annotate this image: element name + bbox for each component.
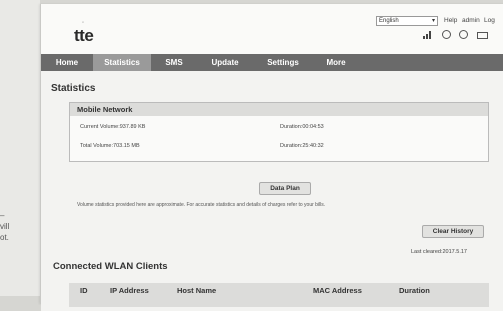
column-header-id: ID bbox=[80, 286, 88, 295]
column-header-duration: Duration bbox=[399, 286, 430, 295]
battery-icon bbox=[476, 32, 488, 39]
left-page-text: vill bbox=[0, 222, 10, 231]
data-plan-button[interactable]: Data Plan bbox=[259, 182, 311, 195]
wlan-clients-title: Connected WLAN Clients bbox=[53, 261, 168, 272]
statistics-page: Statistics Mobile Network Current Volume… bbox=[41, 71, 503, 311]
nav-statistics[interactable]: Statistics bbox=[93, 54, 151, 71]
statistics-note: Volume statistics provided here are appr… bbox=[77, 202, 326, 208]
wlan-clients-table-header: ID IP Address Host Name MAC Address Dura… bbox=[69, 283, 489, 307]
signal-strength-icon bbox=[423, 31, 433, 39]
last-cleared-text: Last cleared:2017.5.17 bbox=[411, 249, 467, 255]
left-page-text: ot. bbox=[0, 233, 9, 242]
logo-text: tte bbox=[74, 26, 94, 45]
globe-icon bbox=[441, 30, 451, 39]
left-page-text: – bbox=[0, 211, 5, 220]
total-volume: Total Volume:703.15 MB bbox=[80, 143, 140, 149]
logout-link[interactable]: Log bbox=[484, 17, 495, 24]
column-header-host: Host Name bbox=[177, 286, 217, 295]
page-title: Statistics bbox=[51, 83, 96, 94]
logo-signal-icon: ◦ bbox=[82, 20, 84, 26]
brand-logo: ◦ tte bbox=[74, 20, 94, 46]
clear-history-button[interactable]: Clear History bbox=[422, 225, 484, 238]
wifi-icon bbox=[459, 30, 469, 39]
current-volume: Current Volume:937.89 KB bbox=[80, 124, 146, 130]
admin-label: admin bbox=[462, 17, 480, 24]
nav-sms[interactable]: SMS bbox=[151, 54, 197, 71]
header-bar: ◦ tte English ▾ Help admin Log bbox=[41, 4, 503, 54]
help-link[interactable]: Help bbox=[444, 17, 457, 24]
router-web-ui: ◦ tte English ▾ Help admin Log Home Stat… bbox=[40, 4, 503, 311]
total-duration: Duration:25:40:32 bbox=[280, 143, 324, 149]
status-icons bbox=[423, 30, 494, 41]
current-duration: Duration:00:04:53 bbox=[280, 124, 324, 130]
language-select[interactable]: English ▾ bbox=[376, 16, 438, 26]
nav-update[interactable]: Update bbox=[197, 54, 253, 71]
nav-settings[interactable]: Settings bbox=[253, 54, 313, 71]
mobile-network-header: Mobile Network bbox=[70, 103, 488, 116]
left-page-strip: – vill ot. bbox=[0, 0, 40, 296]
nav-more[interactable]: More bbox=[313, 54, 359, 71]
chevron-down-icon: ▾ bbox=[431, 18, 435, 24]
column-header-ip: IP Address bbox=[110, 286, 149, 295]
language-selected: English bbox=[379, 18, 399, 24]
main-nav: Home Statistics SMS Update Settings More bbox=[41, 54, 503, 71]
nav-home[interactable]: Home bbox=[41, 54, 93, 71]
mobile-network-panel: Mobile Network Current Volume:937.89 KB … bbox=[69, 102, 489, 162]
column-header-mac: MAC Address bbox=[313, 286, 362, 295]
